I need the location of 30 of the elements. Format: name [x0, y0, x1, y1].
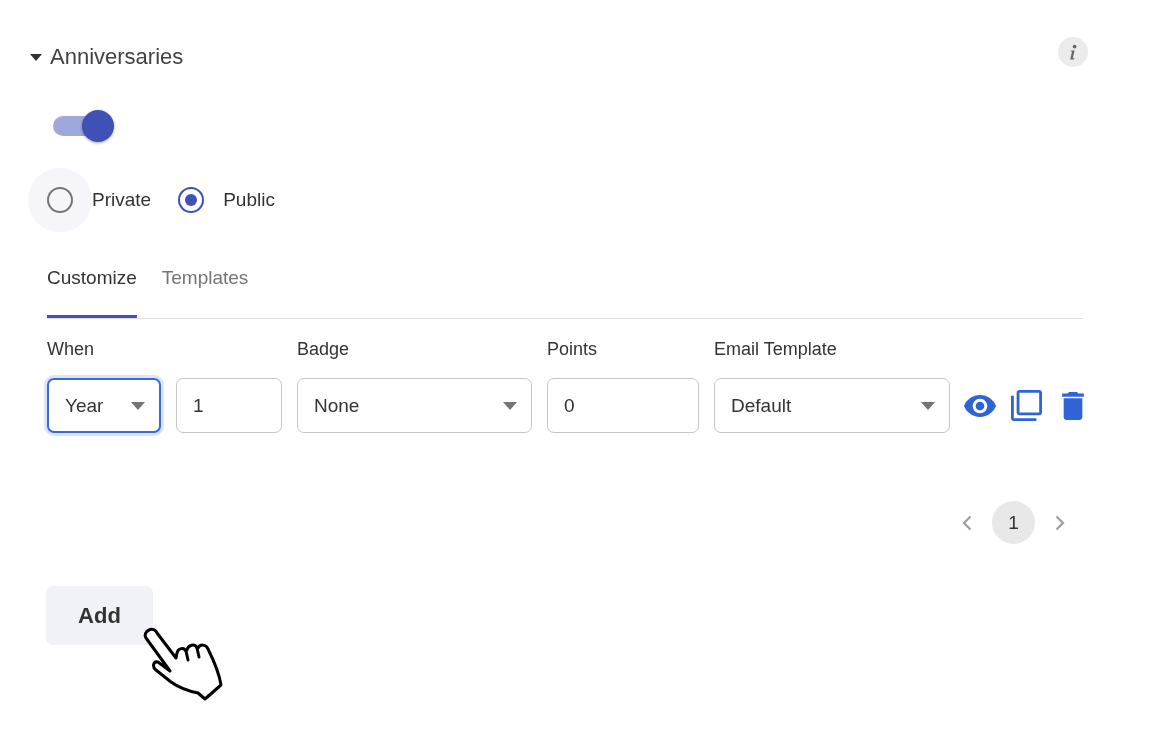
- copy-icon[interactable]: [1011, 390, 1042, 421]
- caret-icon: [503, 401, 517, 410]
- section-title: Anniversaries: [50, 44, 184, 70]
- radio-button[interactable]: [47, 187, 73, 213]
- tab[interactable]: Templates: [161, 258, 249, 318]
- chevron-right-icon[interactable]: [1055, 514, 1065, 531]
- caret-icon: [921, 401, 935, 410]
- page-button[interactable]: 1: [992, 501, 1035, 544]
- column-label: Email Template: [714, 338, 838, 360]
- select-field[interactable]: None: [297, 378, 532, 433]
- column-label: When: [47, 338, 96, 360]
- chevron-left-icon[interactable]: [962, 514, 972, 531]
- eye-icon[interactable]: [964, 394, 996, 417]
- toggle-switch[interactable]: [53, 108, 115, 144]
- tab[interactable]: Customize: [47, 258, 137, 318]
- column-label: Badge: [297, 338, 351, 360]
- input-field[interactable]: 0: [547, 378, 699, 433]
- select-field[interactable]: Year: [47, 378, 161, 433]
- radio-button[interactable]: [178, 187, 205, 213]
- column-label: Points: [547, 338, 599, 360]
- hand-cursor-icon: [143, 627, 223, 701]
- caret-icon[interactable]: [30, 53, 42, 61]
- caret-icon: [131, 401, 145, 410]
- radio-label: Private: [92, 189, 152, 211]
- select-field[interactable]: Default: [714, 378, 950, 433]
- radio-label: Public: [223, 189, 275, 211]
- info-icon[interactable]: [1058, 37, 1088, 67]
- add-button[interactable]: Add: [46, 586, 153, 645]
- input-field[interactable]: 1: [176, 378, 282, 433]
- trash-icon[interactable]: [1062, 391, 1084, 420]
